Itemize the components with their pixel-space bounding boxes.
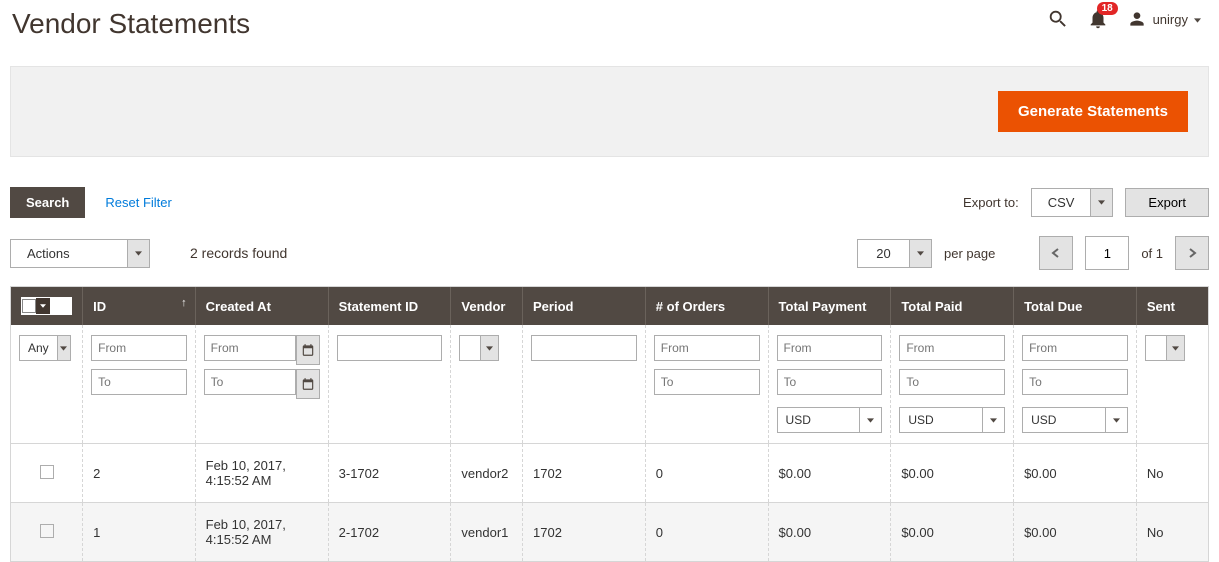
filter-created-from[interactable] <box>204 335 296 361</box>
table-row[interactable]: 2Feb 10, 2017, 4:15:52 AM3-1702vendor217… <box>11 444 1208 503</box>
header-orders[interactable]: # of Orders <box>645 287 768 325</box>
header-sent[interactable]: Sent <box>1136 287 1208 325</box>
select-all-checkbox[interactable] <box>21 297 72 315</box>
header-statement-id[interactable]: Statement ID <box>328 287 451 325</box>
chevron-down-icon <box>860 407 882 433</box>
header-total-paid[interactable]: Total Paid <box>891 287 1014 325</box>
sort-asc-icon: ↑ <box>181 297 187 309</box>
cell-statement-id: 2-1702 <box>328 503 451 562</box>
filter-payment-currency[interactable]: USD <box>777 407 883 433</box>
cell-total-payment: $0.00 <box>768 503 891 562</box>
cell-id: 1 <box>83 503 196 562</box>
cell-total-paid: $0.00 <box>891 503 1014 562</box>
row-checkbox[interactable] <box>40 524 54 538</box>
chevron-down-icon <box>481 335 499 361</box>
filter-orders-to[interactable] <box>654 369 760 395</box>
data-grid: ID↑ Created At Statement ID Vendor Perio… <box>10 286 1209 562</box>
cell-total-payment: $0.00 <box>768 444 891 503</box>
records-count: 2 records found <box>190 245 287 261</box>
cell-vendor: vendor1 <box>451 503 523 562</box>
header-created-at[interactable]: Created At <box>195 287 328 325</box>
header-total-due[interactable]: Total Due <box>1014 287 1137 325</box>
filter-statement-id[interactable] <box>337 335 443 361</box>
username-label: unirgy <box>1153 12 1188 27</box>
cell-total-due: $0.00 <box>1014 503 1137 562</box>
cell-sent: No <box>1136 503 1208 562</box>
cell-total-paid: $0.00 <box>891 444 1014 503</box>
page-input[interactable] <box>1085 236 1129 270</box>
chevron-down-icon <box>910 239 932 268</box>
cell-created-at: Feb 10, 2017, 4:15:52 AM <box>195 503 328 562</box>
header-total-payment[interactable]: Total Payment <box>768 287 891 325</box>
export-button[interactable]: Export <box>1125 188 1209 217</box>
filter-payment-from[interactable] <box>777 335 883 361</box>
filter-orders-from[interactable] <box>654 335 760 361</box>
filter-vendor-select[interactable] <box>459 335 514 361</box>
filter-select-any[interactable]: Any <box>19 335 71 361</box>
bulk-actions-value: Actions <box>10 239 128 268</box>
filter-id-from[interactable] <box>91 335 187 361</box>
per-page-select[interactable]: 20 <box>857 239 932 268</box>
cell-total-due: $0.00 <box>1014 444 1137 503</box>
header-checkbox-col <box>11 287 83 325</box>
chevron-down-icon <box>128 239 150 268</box>
filter-period[interactable] <box>531 335 637 361</box>
filter-payment-to[interactable] <box>777 369 883 395</box>
chevron-down-icon <box>983 407 1005 433</box>
cell-statement-id: 3-1702 <box>328 444 451 503</box>
calendar-icon[interactable] <box>296 335 320 365</box>
generate-statements-button[interactable]: Generate Statements <box>998 91 1188 132</box>
cell-orders: 0 <box>645 444 768 503</box>
per-page-value: 20 <box>857 239 910 268</box>
user-menu[interactable]: unirgy <box>1127 9 1201 29</box>
reset-filter-link[interactable]: Reset Filter <box>105 195 171 210</box>
header-period[interactable]: Period <box>523 287 646 325</box>
notifications-icon[interactable]: 18 <box>1087 8 1109 30</box>
filter-id-to[interactable] <box>91 369 187 395</box>
filter-created-to[interactable] <box>204 369 296 395</box>
search-icon[interactable] <box>1047 8 1069 30</box>
search-button[interactable]: Search <box>10 187 85 218</box>
chevron-down-icon <box>1167 335 1185 361</box>
page-total: of 1 <box>1141 246 1163 261</box>
notification-badge: 18 <box>1097 2 1118 15</box>
page-title: Vendor Statements <box>12 8 250 40</box>
prev-page-button[interactable] <box>1039 236 1073 270</box>
chevron-down-icon <box>58 335 71 361</box>
chevron-down-icon <box>1106 407 1128 433</box>
per-page-label: per page <box>944 246 995 261</box>
filter-due-currency[interactable]: USD <box>1022 407 1128 433</box>
cell-period: 1702 <box>523 503 646 562</box>
row-checkbox[interactable] <box>40 465 54 479</box>
top-toolbar: 18 unirgy <box>1047 8 1201 30</box>
cell-vendor: vendor2 <box>451 444 523 503</box>
filter-paid-currency[interactable]: USD <box>899 407 1005 433</box>
filter-sent-select[interactable] <box>1145 335 1200 361</box>
export-format-select[interactable]: CSV <box>1031 188 1114 217</box>
chevron-down-icon <box>1194 12 1201 27</box>
filter-due-from[interactable] <box>1022 335 1128 361</box>
next-page-button[interactable] <box>1175 236 1209 270</box>
export-label: Export to: <box>963 195 1019 210</box>
primary-action-bar: Generate Statements <box>10 66 1209 157</box>
cell-id: 2 <box>83 444 196 503</box>
cell-orders: 0 <box>645 503 768 562</box>
header-vendor[interactable]: Vendor <box>451 287 523 325</box>
bulk-actions-select[interactable]: Actions <box>10 239 150 268</box>
table-row[interactable]: 1Feb 10, 2017, 4:15:52 AM2-1702vendor117… <box>11 503 1208 562</box>
header-id[interactable]: ID↑ <box>83 287 196 325</box>
chevron-down-icon <box>1091 188 1113 217</box>
cell-period: 1702 <box>523 444 646 503</box>
export-format-value: CSV <box>1031 188 1092 217</box>
calendar-icon[interactable] <box>296 369 320 399</box>
cell-created-at: Feb 10, 2017, 4:15:52 AM <box>195 444 328 503</box>
filter-due-to[interactable] <box>1022 369 1128 395</box>
filter-paid-to[interactable] <box>899 369 1005 395</box>
cell-sent: No <box>1136 444 1208 503</box>
filter-row: Any <box>11 325 1208 444</box>
filter-paid-from[interactable] <box>899 335 1005 361</box>
